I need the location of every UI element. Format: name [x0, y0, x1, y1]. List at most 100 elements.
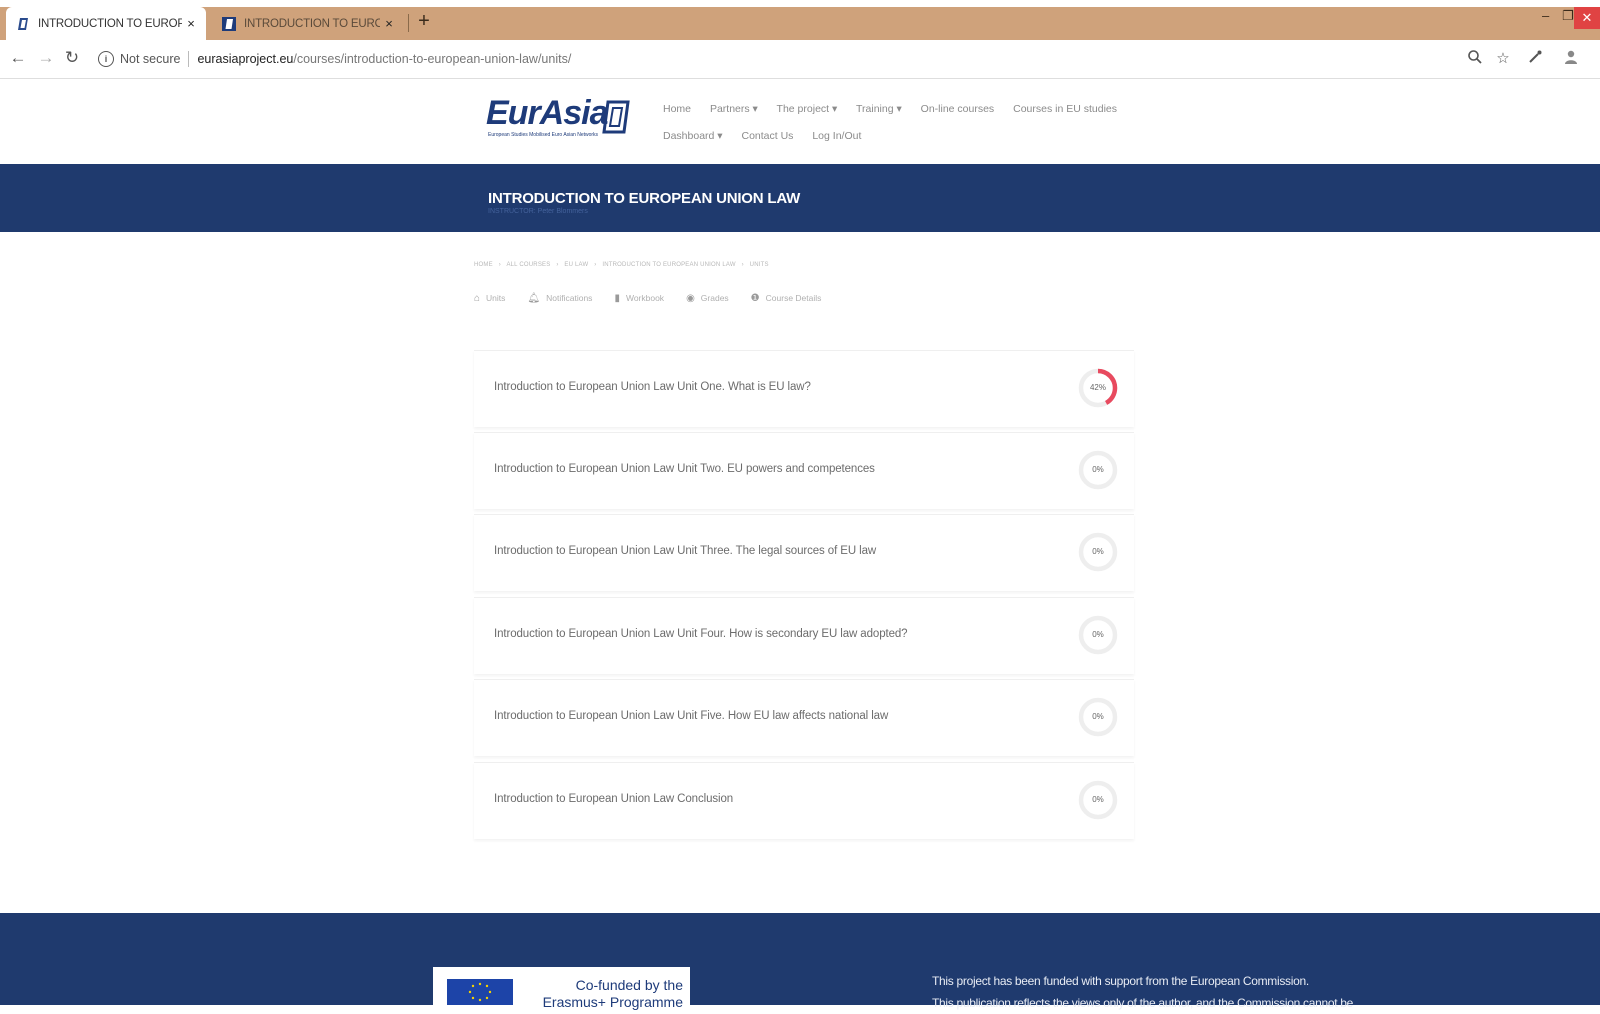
progress-percent: 0% [1092, 547, 1104, 556]
nav-home[interactable]: Home [663, 103, 691, 115]
tab-units[interactable]: ⌂ Units [474, 293, 505, 304]
browser-tab-title: INTRODUCTION TO EUROPEAN [38, 17, 182, 30]
window-top-edge [0, 0, 1600, 7]
tab-course-details-label: Course Details [765, 293, 822, 303]
progress-percent: 0% [1092, 712, 1104, 721]
nav-dashboard[interactable]: Dashboard ▾ [663, 130, 723, 142]
eyedropper-icon[interactable] [1526, 49, 1544, 67]
close-tab-icon[interactable]: × [380, 16, 398, 31]
omnibox-divider [188, 51, 190, 67]
breadcrumb-home[interactable]: HOME [474, 262, 493, 268]
nav-courses-eu-studies[interactable]: Courses in EU studies [1013, 103, 1117, 115]
unit-title[interactable]: Introduction to European Union Law Unit … [494, 710, 888, 722]
breadcrumb-sep: › [498, 262, 501, 268]
tab-separator [408, 14, 409, 32]
browser-tab-inactive[interactable]: INTRODUCTION TO EUROPEAN × [212, 7, 404, 40]
book-icon: ▮ [614, 293, 620, 304]
browser-tab-active[interactable]: INTRODUCTION TO EUROPEAN × [6, 7, 206, 40]
progress-ring: 0% [1076, 778, 1120, 822]
not-secure-label: Not secure [120, 52, 181, 66]
unit-row[interactable]: Introduction to European Union Law Unit … [474, 597, 1134, 674]
nav-the-project[interactable]: The project ▾ [777, 103, 838, 115]
progress-percent: 0% [1092, 795, 1104, 804]
nav-log-in-out[interactable]: Log In/Out [812, 130, 861, 142]
logo-text: EurAsia [486, 94, 608, 132]
erasmus-line-2: Erasmus+ Programme [542, 994, 683, 1010]
nav-online-courses[interactable]: On-line courses [921, 103, 995, 115]
bell-icon: 🔔︎ [527, 293, 541, 304]
course-title: INTRODUCTION TO EUROPEAN UNION LAW [488, 190, 801, 207]
main-nav-row-2: Dashboard ▾ Contact Us Log In/Out [663, 130, 877, 142]
unit-row[interactable]: Introduction to European Union Law Unit … [474, 514, 1134, 591]
tab-notifications-label: Notifications [546, 293, 593, 303]
tab-grades-label: Grades [700, 293, 729, 303]
breadcrumb-course[interactable]: INTRODUCTION TO EUROPEAN UNION LAW [602, 262, 735, 268]
course-tabs: ⌂ Units 🔔︎ Notifications ▮ Workbook ◉ Grades… [474, 293, 821, 304]
erasmus-text: Co-funded by the Erasmus+ Programme [523, 977, 683, 1011]
unit-title[interactable]: Introduction to European Union Law Unit … [494, 545, 876, 557]
logo-emblem-icon [602, 100, 630, 134]
info-icon[interactable]: i [98, 51, 114, 67]
restore-icon[interactable]: ❐ [1562, 8, 1574, 24]
site-header [0, 79, 1600, 164]
unit-title[interactable]: Introduction to European Union Law Unit … [494, 463, 875, 475]
erasmus-cofunded-badge: Co-funded by the Erasmus+ Programme [433, 967, 690, 1010]
main-nav-row-1: Home Partners ▾ The project ▾ Training ▾… [663, 103, 1133, 115]
bookmark-star-icon[interactable]: ☆ [1494, 49, 1512, 67]
breadcrumb-sep: › [741, 262, 744, 268]
erasmus-line-1: Co-funded by the [575, 977, 683, 993]
unit-title[interactable]: Introduction to European Union Law Unit … [494, 381, 811, 393]
breadcrumb: HOME › ALL COURSES › EU LAW › INTRODUCTI… [474, 262, 773, 268]
progress-percent: 0% [1092, 465, 1104, 474]
address-bar[interactable]: i Not secure eurasiaproject.eu/courses/i… [92, 44, 1482, 74]
tab-grades[interactable]: ◉ Grades [686, 293, 729, 304]
profile-avatar-icon[interactable] [1562, 49, 1580, 67]
info-icon: ❶ [750, 293, 760, 304]
nav-partners[interactable]: Partners ▾ [710, 103, 758, 115]
url-path: /courses/introduction-to-european-union-… [293, 52, 572, 66]
back-arrow-icon[interactable]: ← [8, 48, 28, 68]
new-tab-button[interactable]: + [414, 10, 434, 33]
nav-training[interactable]: Training ▾ [856, 103, 902, 115]
unit-title[interactable]: Introduction to European Union Law Concl… [494, 793, 733, 805]
site-favicon-icon [16, 17, 30, 31]
home-icon: ⌂ [474, 293, 481, 304]
site-footer [0, 913, 1600, 1005]
zoom-icon[interactable] [1466, 49, 1484, 67]
minimize-icon[interactable]: – [1542, 8, 1549, 23]
grades-icon: ◉ [686, 293, 695, 304]
logo-tagline: European Studies Mobilised Euro Asian Ne… [488, 132, 599, 138]
breadcrumb-eu-law[interactable]: EU LAW [564, 262, 588, 268]
course-instructor: INSTRUCTOR: Peter Blommers [488, 208, 588, 215]
unit-row[interactable]: Introduction to European Union Law Unit … [474, 679, 1134, 756]
unit-title[interactable]: Introduction to European Union Law Unit … [494, 628, 908, 640]
disclaimer-line-2: This publication reflects the views only… [932, 996, 1354, 1010]
eu-flag-icon [447, 979, 513, 1005]
forward-arrow-icon[interactable]: → [36, 48, 56, 68]
nav-contact-us[interactable]: Contact Us [741, 130, 793, 142]
url-host: eurasiaproject.eu [197, 52, 294, 66]
close-tab-icon[interactable]: × [182, 16, 200, 31]
breadcrumb-sep: › [556, 262, 559, 268]
tab-course-details[interactable]: ❶ Course Details [751, 293, 822, 304]
tab-notifications[interactable]: 🔔︎ Notifications [527, 293, 592, 304]
disclaimer-line-1: This project has been funded with suppor… [932, 974, 1309, 988]
funding-disclaimer: This project has been funded with suppor… [932, 970, 1353, 1014]
tab-workbook[interactable]: ▮ Workbook [614, 293, 664, 304]
breadcrumb-units: UNITS [749, 262, 769, 268]
progress-ring: 0% [1076, 613, 1120, 657]
progress-ring: 42% [1076, 366, 1120, 410]
progress-ring: 0% [1076, 530, 1120, 574]
tab-units-label: Units [486, 293, 506, 303]
progress-percent: 0% [1092, 630, 1104, 639]
breadcrumb-all-courses[interactable]: ALL COURSES [506, 262, 550, 268]
window-close-icon[interactable]: ✕ [1574, 7, 1600, 29]
unit-row[interactable]: Introduction to European Union Law Concl… [474, 762, 1134, 839]
reload-icon[interactable]: ↻ [62, 48, 82, 68]
unit-row[interactable]: Introduction to European Union Law Unit … [474, 432, 1134, 509]
progress-ring: 0% [1076, 448, 1120, 492]
address-toolbar: ← → ↻ i Not secure eurasiaproject.eu/cou… [0, 40, 1600, 79]
site-favicon-icon [222, 16, 236, 31]
unit-row[interactable]: Introduction to European Union Law Unit … [474, 350, 1134, 427]
eurasia-logo[interactable]: EurAsia European Studies Mobilised Euro … [486, 94, 634, 144]
